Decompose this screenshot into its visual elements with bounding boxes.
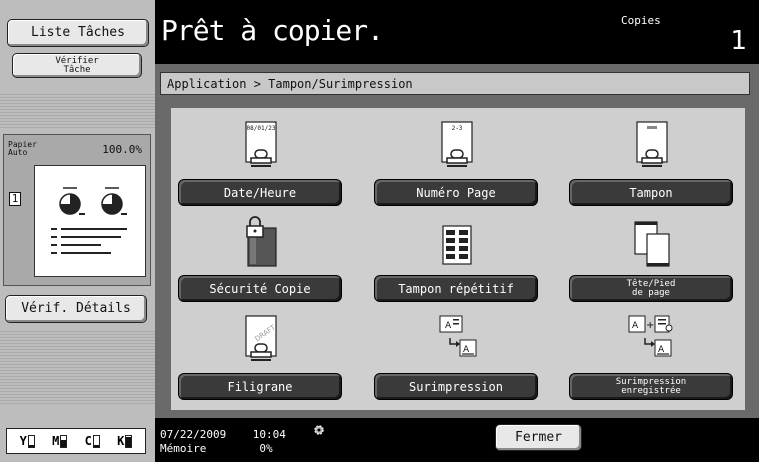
repeat-stamp-icon bbox=[442, 225, 472, 265]
securite-copie-button[interactable]: Sécurité Copie bbox=[178, 275, 342, 302]
func-surimpression-enregistree[interactable]: A + A Surimpression enregistrée bbox=[567, 314, 737, 406]
toner-c: C bbox=[85, 434, 100, 448]
verifier-tache-button[interactable]: Vérifier Tâche bbox=[12, 53, 142, 78]
svg-text:A: A bbox=[445, 321, 452, 331]
toner-y: Y bbox=[20, 434, 35, 448]
toner-bar bbox=[60, 435, 68, 448]
tete-pied-button[interactable]: Tête/Pied de page bbox=[569, 275, 733, 302]
breadcrumb: Application > Tampon/Surimpression bbox=[160, 72, 750, 95]
func-tete-pied[interactable]: Tête/Pied de page bbox=[567, 216, 737, 308]
func-tampon-repetitif[interactable]: Tampon répétitif bbox=[372, 216, 542, 308]
status-footer: 07/22/2009 10:04 Mémoire 0% bbox=[155, 418, 759, 462]
copy-security-icon bbox=[246, 216, 277, 267]
gear-icon bbox=[314, 425, 324, 435]
preview-graphic-icon bbox=[51, 187, 127, 254]
tampon-repetitif-button[interactable]: Tampon répétitif bbox=[374, 275, 538, 302]
panel-divider bbox=[0, 330, 155, 406]
svg-text:+: + bbox=[646, 320, 654, 331]
svg-text:2-3: 2-3 bbox=[452, 125, 463, 132]
liste-taches-button[interactable]: Liste Tâches bbox=[7, 19, 149, 47]
status-header: Prêt à copier. Copies 1 bbox=[155, 0, 759, 64]
memory-status: Mémoire 0% bbox=[160, 442, 273, 455]
surimpression-button[interactable]: Surimpression bbox=[374, 373, 538, 400]
panel-divider bbox=[0, 92, 155, 130]
func-tampon[interactable]: Tampon bbox=[567, 120, 737, 212]
toner-levels: Y M C K bbox=[6, 428, 146, 454]
func-filigrane[interactable]: DRAFT Filigrane bbox=[176, 314, 346, 406]
func-date-heure[interactable]: 08/01/23 Date/Heure bbox=[176, 120, 346, 212]
stamp-icon bbox=[636, 121, 668, 167]
filigrane-button[interactable]: Filigrane bbox=[178, 373, 342, 400]
header-footer-icon bbox=[634, 221, 670, 267]
function-grid: 08/01/23 Date/Heure 2-3 Numéro Page Tamp… bbox=[171, 108, 745, 410]
func-numero-page[interactable]: 2-3 Numéro Page bbox=[372, 120, 542, 212]
verif-details-button[interactable]: Vérif. Détails bbox=[5, 295, 147, 323]
toner-m: M bbox=[52, 434, 68, 448]
zoom-ratio: 100.0% bbox=[102, 143, 142, 156]
date-stamp-icon: 08/01/23 bbox=[245, 121, 277, 167]
toner-bar bbox=[92, 435, 100, 448]
overlay-icon: A A bbox=[439, 315, 477, 357]
paper-info-panel: Papier Auto 100.0% 1 bbox=[3, 134, 151, 286]
toner-k: K bbox=[117, 434, 133, 448]
page-indicator: 1 bbox=[9, 192, 21, 206]
registered-overlay-icon: A + A bbox=[628, 315, 673, 357]
surimpression-enregistree-button[interactable]: Surimpression enregistrée bbox=[569, 373, 733, 400]
watermark-icon: DRAFT bbox=[245, 315, 278, 361]
tampon-button[interactable]: Tampon bbox=[569, 179, 733, 206]
fermer-button[interactable]: Fermer bbox=[495, 424, 582, 451]
toner-label: M bbox=[52, 434, 60, 448]
toner-label: Y bbox=[19, 434, 27, 448]
toner-label: C bbox=[84, 434, 92, 448]
date-heure-button[interactable]: Date/Heure bbox=[178, 179, 342, 206]
page-preview bbox=[34, 165, 146, 277]
numero-page-button[interactable]: Numéro Page bbox=[374, 179, 538, 206]
status-message: Prêt à copier. bbox=[161, 14, 384, 47]
date-time: 07/22/2009 10:04 bbox=[160, 428, 286, 441]
copies-label: Copies bbox=[621, 14, 661, 27]
svg-text:08/01/23: 08/01/23 bbox=[247, 125, 276, 132]
func-securite-copie[interactable]: Sécurité Copie bbox=[176, 216, 346, 308]
toner-label: K bbox=[117, 434, 125, 448]
func-surimpression[interactable]: A A Surimpression bbox=[372, 314, 542, 406]
toner-bar bbox=[27, 435, 35, 448]
toner-bar bbox=[125, 435, 133, 448]
copier-screen: Liste Tâches Vérifier Tâche Papier Auto … bbox=[0, 0, 759, 462]
left-panel: Liste Tâches Vérifier Tâche Papier Auto … bbox=[0, 0, 155, 462]
svg-text:A: A bbox=[632, 321, 639, 331]
copies-count: 1 bbox=[730, 26, 747, 56]
paper-label: Papier Auto bbox=[8, 140, 37, 157]
page-number-stamp-icon: 2-3 bbox=[441, 121, 473, 167]
